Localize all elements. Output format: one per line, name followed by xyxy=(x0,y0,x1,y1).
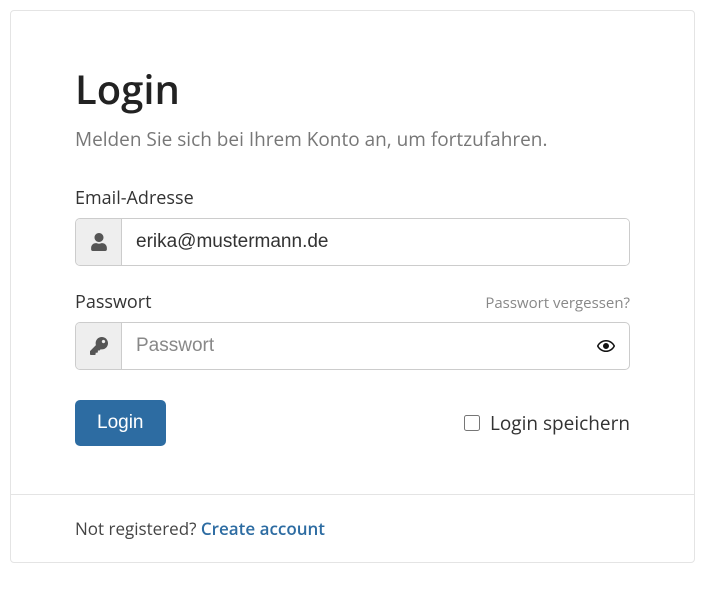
page-subtitle: Melden Sie sich bei Ihrem Konto an, um f… xyxy=(75,126,630,152)
user-icon xyxy=(76,219,122,265)
create-account-link[interactable]: Create account xyxy=(201,517,325,540)
forgot-password-link[interactable]: Passwort vergessen? xyxy=(485,293,630,313)
email-input-group xyxy=(75,218,630,266)
password-field[interactable] xyxy=(122,323,583,369)
card-footer: Not registered? Create account xyxy=(11,494,694,562)
password-label: Passwort xyxy=(75,290,152,314)
email-field[interactable] xyxy=(122,219,629,265)
remember-label-wrap[interactable]: Login speichern xyxy=(464,410,630,436)
action-row: Login Login speichern xyxy=(75,400,630,446)
password-input-group xyxy=(75,322,630,370)
page-title: Login xyxy=(75,61,630,116)
remember-checkbox[interactable] xyxy=(464,415,480,431)
email-group: Email-Adresse xyxy=(75,186,630,266)
login-button[interactable]: Login xyxy=(75,400,166,446)
card-body: Login Melden Sie sich bei Ihrem Konto an… xyxy=(11,11,694,494)
remember-label: Login speichern xyxy=(490,410,630,436)
login-card: Login Melden Sie sich bei Ihrem Konto an… xyxy=(10,10,695,563)
footer-text: Not registered? xyxy=(75,517,201,540)
eye-icon[interactable] xyxy=(583,323,629,369)
email-label: Email-Adresse xyxy=(75,186,194,210)
key-icon xyxy=(76,323,122,369)
password-group: Passwort Passwort vergessen? xyxy=(75,290,630,370)
